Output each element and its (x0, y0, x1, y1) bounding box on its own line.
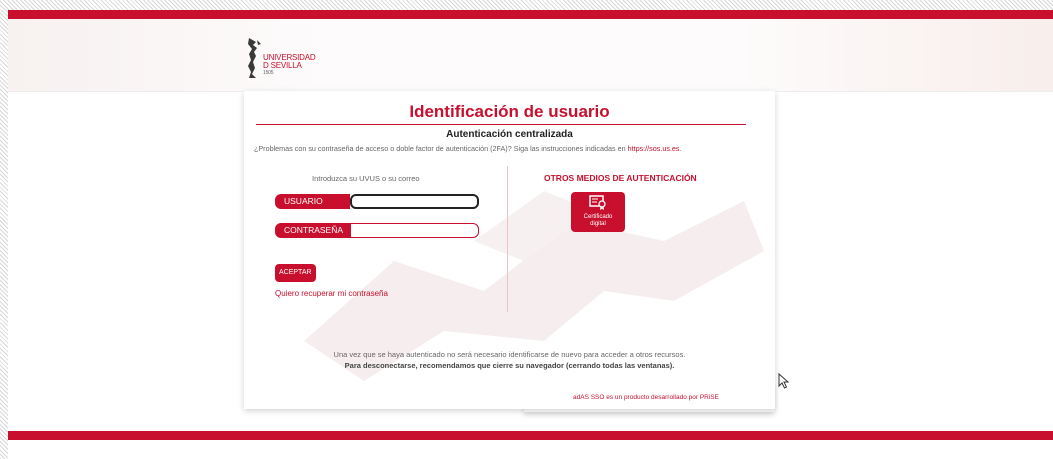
recover-password-link[interactable]: Quiero recuperar mi contraseña (275, 289, 388, 298)
logo-line-3: 1505 (263, 70, 274, 76)
top-red-bar (8, 10, 1053, 19)
certificate-label-line-1: Certificado (583, 214, 613, 220)
username-label: USUARIO (275, 194, 350, 209)
username-input[interactable] (350, 194, 479, 209)
product-credit: adAS SSO es un producto desarrollado por… (573, 394, 719, 401)
help-link[interactable]: https://sos.us.es (628, 144, 680, 153)
other-methods-title: OTROS MEDIOS DE AUTENTICACIÓN (544, 173, 697, 183)
background-pattern-left (0, 0, 8, 459)
certificate-label-line-2: digital (590, 221, 606, 227)
help-message: ¿Problemas con su contraseña de acceso o… (254, 144, 626, 153)
logout-advice-text: Para desconectarse, recomendamos que cie… (344, 361, 675, 370)
title-divider (256, 124, 746, 125)
password-label: CONTRASEÑA (275, 223, 350, 238)
giralda-logo-icon (248, 38, 261, 78)
certificate-label: Certificado digital (571, 214, 625, 228)
university-logo[interactable]: UNIVERSIDAD D SEVILLA 1505 (247, 36, 347, 82)
login-prompt: Introduzca su UVUS o su correo (312, 174, 420, 183)
sso-info-text: Una vez que se haya autenticado no será … (333, 350, 686, 359)
help-period: . (679, 144, 682, 153)
logo-line-2: D SEVILLA (263, 61, 302, 70)
column-divider (507, 166, 508, 312)
bottom-red-bar (8, 431, 1053, 440)
header-band (8, 19, 1053, 92)
login-card: Identificación de usuario Autenticación … (244, 91, 775, 409)
accept-button[interactable]: ACEPTAR (275, 264, 316, 282)
help-text: ¿Problemas con su contraseña de acceso o… (254, 144, 682, 153)
page-subtitle: Autenticación centralizada (446, 129, 573, 140)
certificate-icon (589, 195, 606, 210)
mouse-pointer-icon (778, 373, 790, 389)
digital-certificate-button[interactable]: Certificado digital (571, 192, 625, 232)
password-input[interactable] (350, 223, 479, 238)
page-title: Identificación de usuario (409, 102, 610, 121)
logo-wordmark: UNIVERSIDAD D SEVILLA 1505 (263, 54, 316, 77)
background-pattern-top (0, 0, 1053, 10)
